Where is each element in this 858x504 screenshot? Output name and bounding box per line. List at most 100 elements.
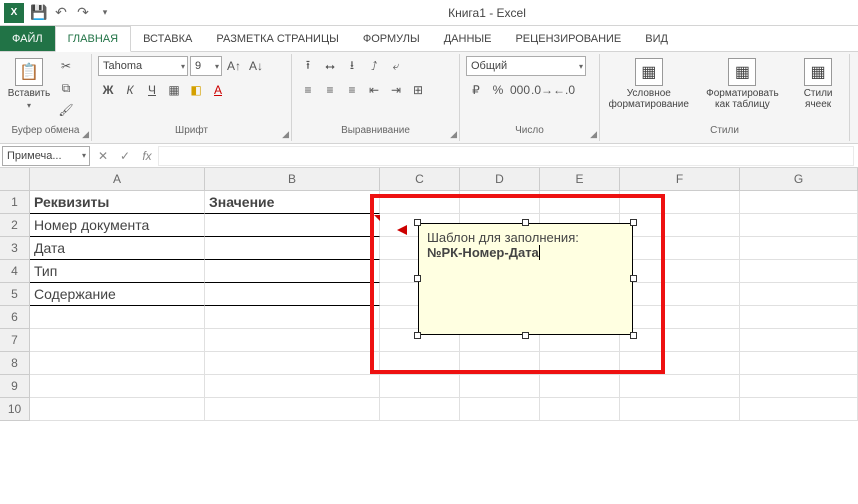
decrease-indent-icon[interactable]: ⇤	[364, 80, 384, 100]
copy-icon[interactable]: ⧉	[56, 78, 76, 98]
col-header-b[interactable]: B	[205, 168, 380, 191]
cell-c9[interactable]	[380, 375, 460, 398]
cell-f1[interactable]	[620, 191, 740, 214]
merge-icon[interactable]: ⊞	[408, 80, 428, 100]
cell-b1[interactable]: Значение	[205, 191, 380, 214]
cell-e1[interactable]	[540, 191, 620, 214]
row-header-7[interactable]: 7	[0, 329, 29, 352]
bold-button[interactable]: Ж	[98, 80, 118, 100]
cell-c1[interactable]	[380, 191, 460, 214]
col-header-e[interactable]: E	[540, 168, 620, 191]
cell-a4[interactable]: Тип	[30, 260, 205, 283]
font-name-combo[interactable]: Tahoma	[98, 56, 188, 76]
cell-b5[interactable]	[205, 283, 380, 306]
cell-d10[interactable]	[460, 398, 540, 421]
row-header-9[interactable]: 9	[0, 375, 29, 398]
cell-g8[interactable]	[740, 352, 858, 375]
col-header-c[interactable]: C	[380, 168, 460, 191]
cell-a9[interactable]	[30, 375, 205, 398]
row-header-4[interactable]: 4	[0, 260, 29, 283]
conditional-formatting-button[interactable]: ▦ Условное форматирование	[606, 56, 692, 110]
row-header-8[interactable]: 8	[0, 352, 29, 375]
cell-g6[interactable]	[740, 306, 858, 329]
row-header-6[interactable]: 6	[0, 306, 29, 329]
cut-icon[interactable]: ✂	[56, 56, 76, 76]
cell-g1[interactable]	[740, 191, 858, 214]
cell-d1[interactable]	[460, 191, 540, 214]
col-header-g[interactable]: G	[740, 168, 858, 191]
cell-d9[interactable]	[460, 375, 540, 398]
name-box[interactable]: Примеча...	[2, 146, 90, 166]
cell-g10[interactable]	[740, 398, 858, 421]
orientation-icon[interactable]: ⭜	[364, 56, 384, 76]
align-center-icon[interactable]: ≡	[320, 80, 340, 100]
cell-b8[interactable]	[205, 352, 380, 375]
row-header-1[interactable]: 1	[0, 191, 29, 214]
cell-styles-button[interactable]: ▦ Стили ячеек	[793, 56, 843, 110]
fill-color-icon[interactable]: ◧	[186, 80, 206, 100]
row-header-5[interactable]: 5	[0, 283, 29, 306]
cell-a2[interactable]: Номер документа	[30, 214, 205, 237]
col-header-a[interactable]: A	[30, 168, 205, 191]
cell-g5[interactable]	[740, 283, 858, 306]
selection-handle[interactable]	[630, 275, 637, 282]
col-header-f[interactable]: F	[620, 168, 740, 191]
align-top-icon[interactable]: ⭱	[298, 56, 318, 76]
row-header-2[interactable]: 2	[0, 214, 29, 237]
border-icon[interactable]: ▦	[164, 80, 184, 100]
selection-handle[interactable]	[414, 332, 421, 339]
cell-f7[interactable]	[620, 329, 740, 352]
cell-g3[interactable]	[740, 237, 858, 260]
percent-icon[interactable]: %	[488, 80, 508, 100]
format-as-table-button[interactable]: ▦ Форматировать как таблицу	[700, 56, 786, 110]
comment-box[interactable]: Шаблон для заполнения: №РК-Номер-Дата	[418, 223, 633, 335]
select-all-corner[interactable]	[0, 168, 29, 191]
currency-icon[interactable]: ₽	[466, 80, 486, 100]
comma-icon[interactable]: 000	[510, 80, 530, 100]
font-size-combo[interactable]: 9	[190, 56, 222, 76]
number-launcher[interactable]: ◢	[590, 129, 597, 140]
tab-page-layout[interactable]: РАЗМЕТКА СТРАНИЦЫ	[204, 26, 350, 51]
cell-a10[interactable]	[30, 398, 205, 421]
tab-review[interactable]: РЕЦЕНЗИРОВАНИЕ	[503, 26, 633, 51]
paste-button[interactable]: 📋 Вставить ▾	[6, 56, 52, 110]
cell-f10[interactable]	[620, 398, 740, 421]
cell-f3[interactable]	[620, 237, 740, 260]
increase-decimal-icon[interactable]: .0→	[532, 80, 552, 100]
cell-a1[interactable]: Реквизиты	[30, 191, 205, 214]
selection-handle[interactable]	[522, 219, 529, 226]
cell-a8[interactable]	[30, 352, 205, 375]
save-icon[interactable]: 💾	[28, 2, 50, 24]
row-header-3[interactable]: 3	[0, 237, 29, 260]
cell-g7[interactable]	[740, 329, 858, 352]
cell-a7[interactable]	[30, 329, 205, 352]
tab-insert[interactable]: ВСТАВКА	[131, 26, 204, 51]
increase-indent-icon[interactable]: ⇥	[386, 80, 406, 100]
number-format-combo[interactable]: Общий	[466, 56, 586, 76]
cell-f5[interactable]	[620, 283, 740, 306]
cell-b7[interactable]	[205, 329, 380, 352]
selection-handle[interactable]	[630, 219, 637, 226]
cell-f2[interactable]	[620, 214, 740, 237]
cell-a5[interactable]: Содержание	[30, 283, 205, 306]
cell-f4[interactable]	[620, 260, 740, 283]
align-left-icon[interactable]: ≡	[298, 80, 318, 100]
format-painter-icon[interactable]: 🖌	[56, 100, 76, 120]
cell-f6[interactable]	[620, 306, 740, 329]
col-header-d[interactable]: D	[460, 168, 540, 191]
selection-handle[interactable]	[414, 275, 421, 282]
cell-b4[interactable]	[205, 260, 380, 283]
align-right-icon[interactable]: ≡	[342, 80, 362, 100]
cell-b2[interactable]	[205, 214, 380, 237]
cell-a3[interactable]: Дата	[30, 237, 205, 260]
cell-e9[interactable]	[540, 375, 620, 398]
selection-handle[interactable]	[630, 332, 637, 339]
cell-f8[interactable]	[620, 352, 740, 375]
decrease-font-icon[interactable]: A↓	[246, 56, 266, 76]
wrap-text-icon[interactable]: ⤶	[386, 56, 406, 76]
selection-handle[interactable]	[522, 332, 529, 339]
cell-d8[interactable]	[460, 352, 540, 375]
cell-e8[interactable]	[540, 352, 620, 375]
cell-c10[interactable]	[380, 398, 460, 421]
cell-a6[interactable]	[30, 306, 205, 329]
